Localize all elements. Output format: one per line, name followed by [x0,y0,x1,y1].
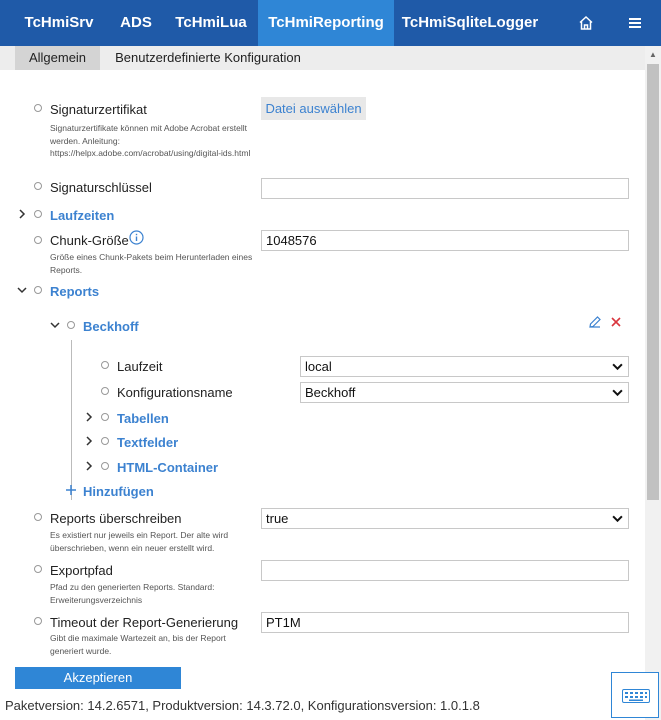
info-icon[interactable] [129,230,144,245]
timeout-input[interactable] [261,612,629,633]
runtime-select[interactable]: local [300,356,629,377]
status-dot-icon [101,361,109,369]
runtime-label: Laufzeit [117,359,163,374]
config-name-label: Konfigurationsname [117,385,233,400]
chevron-right-icon[interactable] [84,461,94,471]
timeout-description: Gibt die maximale Wartezeit an, bis der … [50,633,226,656]
signature-key-input[interactable] [261,178,629,199]
status-dot-icon [34,513,42,521]
export-path-input[interactable] [261,560,629,581]
config-name-select[interactable]: Beckhoff [300,382,629,403]
reports-link[interactable]: Reports [50,284,99,299]
delete-x-icon[interactable] [610,316,622,328]
chevron-down-icon [612,389,623,397]
status-dot-icon [101,387,109,395]
keyboard-icon [622,689,650,703]
signature-key-label: Signaturschlüssel [50,180,152,195]
status-dot-icon [34,104,42,112]
config-name-select-value: Beckhoff [305,385,356,400]
status-dot-icon [34,565,42,573]
status-dot-icon [101,437,109,445]
chevron-down-icon[interactable] [17,285,27,295]
top-navigation: TcHmiSrv ADS TcHmiLua TcHmiReporting TcH… [0,0,661,46]
overwrite-select[interactable]: true [261,508,629,529]
runtimes-link[interactable]: Laufzeiten [50,208,114,223]
status-dot-icon [34,182,42,190]
overwrite-label: Reports überschreiben [50,511,182,526]
status-dot-icon [101,462,109,470]
choose-file-button[interactable]: Datei auswählen [261,97,366,120]
tab-tchmisqlitelogger[interactable]: TcHmiSqliteLogger [396,0,544,46]
chevron-down-icon [612,363,623,371]
status-dot-icon [34,210,42,218]
home-button[interactable] [563,0,609,46]
signature-cert-description: Signaturzertifikate können mit Adobe Acr… [50,123,251,158]
keyboard-button[interactable] [611,672,659,718]
status-dot-icon [34,286,42,294]
tab-tchmireporting[interactable]: TcHmiReporting [258,0,394,46]
overwrite-description: Es existiert nur jeweils ein Report. Der… [50,530,229,553]
add-button[interactable]: Hinzufügen [65,483,155,501]
add-label: Hinzufügen [83,484,154,499]
chunk-size-description: Größe eines Chunk-Pakets beim Herunterla… [50,252,253,275]
html-container-link[interactable]: HTML-Container [117,460,218,475]
chevron-right-icon[interactable] [84,436,94,446]
menu-button[interactable] [612,0,658,46]
chevron-down-icon [612,515,623,523]
tree-connector-line [71,340,72,500]
tab-ads[interactable]: ADS [108,0,164,46]
export-path-description: Pfad zu den generierten Reports. Standar… [50,582,215,605]
edit-pencil-icon[interactable] [588,315,602,329]
export-path-label: Exportpfad [50,563,113,578]
subtab-allgemein[interactable]: Allgemein [15,46,100,70]
status-dot-icon [34,236,42,244]
runtime-select-value: local [305,359,332,374]
tab-tchmilua[interactable]: TcHmiLua [168,0,254,46]
hamburger-menu-icon [629,18,641,28]
plus-icon [66,485,76,495]
chevron-right-icon[interactable] [17,209,27,219]
status-dot-icon [101,413,109,421]
chevron-down-icon[interactable] [50,320,60,330]
accept-button[interactable]: Akzeptieren [15,667,181,689]
version-footer: Paketversion: 14.2.6571, Produktversion:… [5,698,480,713]
overwrite-select-value: true [266,511,289,526]
subtab-custom-config[interactable]: Benutzerdefinierte Konfiguration [108,46,308,70]
report-entry-beckhoff[interactable]: Beckhoff [83,319,139,334]
home-icon [579,15,593,30]
chunk-size-input[interactable] [261,230,629,251]
subtab-bar: Allgemein Benutzerdefinierte Konfigurati… [0,46,645,70]
chunk-size-label: Chunk-Größe [50,233,129,248]
tab-tchmisrv[interactable]: TcHmiSrv [14,0,104,46]
status-dot-icon [34,617,42,625]
scrollbar-thumb[interactable] [647,64,659,500]
scroll-up-arrow-icon[interactable]: ▲ [645,48,661,62]
timeout-label: Timeout der Report-Generierung [50,615,239,630]
signature-cert-label: Signaturzertifikat [50,102,147,117]
tables-link[interactable]: Tabellen [117,411,169,426]
status-dot-icon [67,321,75,329]
textfields-link[interactable]: Textfelder [117,435,178,450]
chevron-right-icon[interactable] [84,412,94,422]
